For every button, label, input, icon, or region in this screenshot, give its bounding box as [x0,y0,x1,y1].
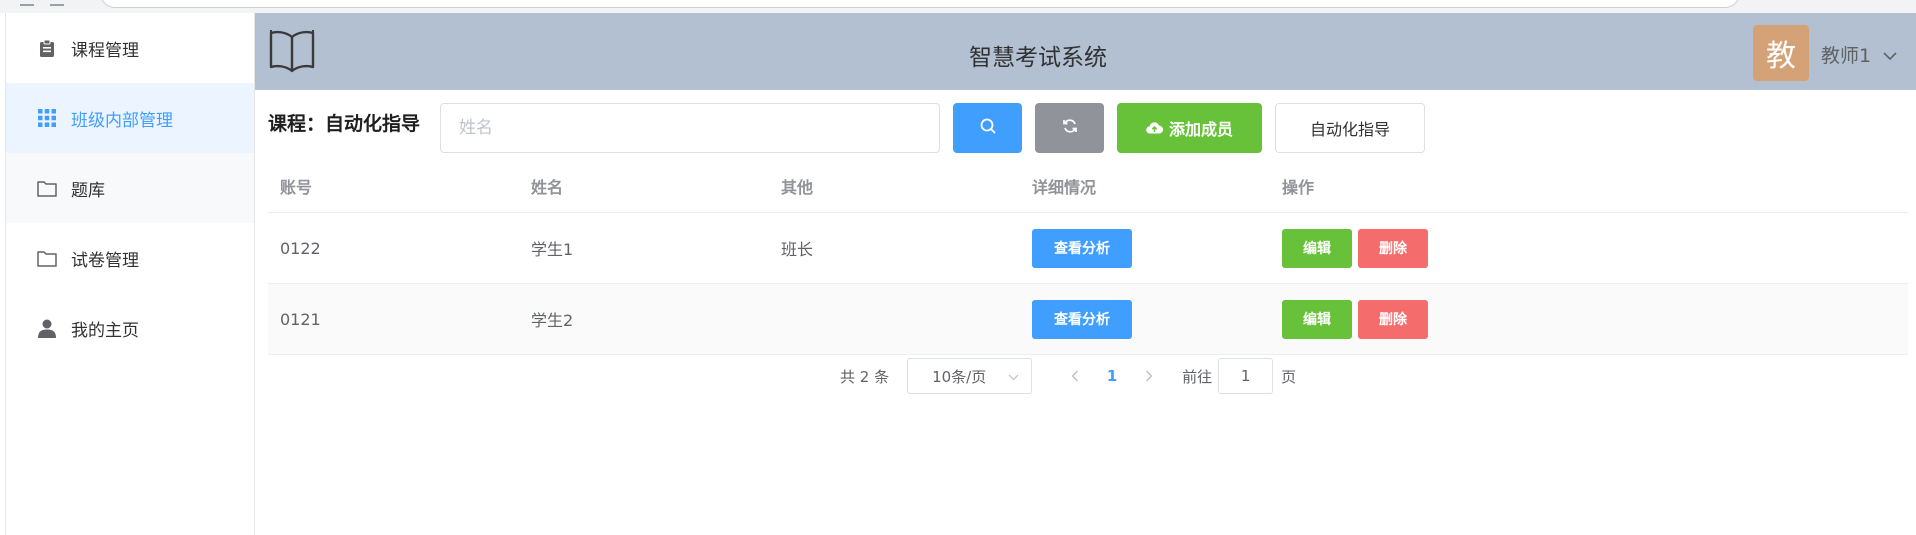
sidebar-item-question-bank[interactable]: 题库 [6,153,254,223]
cell-account: 0121 [280,309,321,329]
page-size-value: 10条/页 [932,367,987,386]
search-button[interactable] [953,103,1022,153]
goto-label: 前往 [1182,367,1213,386]
cloud-upload-icon [1146,119,1164,138]
name-search-input[interactable] [440,103,940,153]
sidebar-item-label: 试卷管理 [71,250,139,271]
page-size-select[interactable]: 10条/页 [907,358,1033,394]
cell-name: 学生2 [531,311,574,330]
table-row: 0122 学生1 班长 查看分析 编辑 删除 [268,213,1908,284]
browser-chrome [0,0,1916,13]
address-bar[interactable] [100,0,1740,8]
cell-other: 班长 [781,240,814,259]
delete-button[interactable]: 删除 [1358,228,1428,268]
user-menu[interactable]: 教师1 [1821,41,1897,68]
toolbar: 课程：自动化指导 添加成员 自动化指导 [268,103,1908,153]
back-icon[interactable] [20,0,34,6]
pagination-total: 共 2 条 [840,367,890,386]
edit-button[interactable]: 编辑 [1282,299,1352,339]
page-title: 智慧考试系统 [969,45,1107,71]
sidebar: 课程管理 班级内部管理 题库 试卷管理 我的主页 [5,13,255,535]
reload-icon[interactable] [50,0,64,6]
column-header-name: 姓名 [531,178,564,197]
top-header: 智慧考试系统 教 教师1 [255,13,1916,90]
user-icon [37,318,57,338]
cell-account: 0122 [280,238,321,258]
view-analysis-button[interactable]: 查看分析 [1032,228,1132,268]
column-header-details: 详细情况 [1032,178,1097,197]
column-header-other: 其他 [781,178,814,197]
folder-icon [37,178,57,198]
goto-page-input[interactable] [1218,358,1274,394]
column-header-actions: 操作 [1282,178,1315,197]
cell-details: 查看分析 [1020,299,1270,339]
cell-name: 学生1 [531,240,574,259]
cell-details: 查看分析 [1020,228,1270,268]
sidebar-item-exam-management[interactable]: 试卷管理 [6,223,254,293]
folder-icon [37,248,57,268]
page-number[interactable]: 1 [1090,367,1134,385]
prev-page-button[interactable] [1060,366,1090,387]
sidebar-item-label: 课程管理 [71,40,139,61]
sidebar-item-class-management[interactable]: 班级内部管理 [6,83,254,153]
members-table: 账号 姓名 其他 详细情况 操作 0122 学生1 班长 查看分析 编辑 删除 … [268,160,1908,355]
sidebar-item-course-management[interactable]: 课程管理 [6,13,254,83]
course-select-button[interactable]: 自动化指导 [1275,103,1425,153]
user-name-label: 教师1 [1821,45,1872,67]
refresh-button[interactable] [1035,103,1104,153]
avatar[interactable]: 教 [1753,25,1809,81]
delete-button[interactable]: 删除 [1358,299,1428,339]
chevron-down-icon [1883,44,1897,66]
sidebar-item-my-homepage[interactable]: 我的主页 [6,293,254,363]
table-row: 0121 学生2 查看分析 编辑 删除 [268,284,1908,355]
pagination: 共 2 条 10条/页 1 前往 页 [840,358,1296,394]
table-header: 账号 姓名 其他 详细情况 操作 [268,160,1908,213]
edit-button[interactable]: 编辑 [1282,228,1352,268]
search-icon [979,117,997,139]
refresh-icon [1061,117,1079,139]
column-header-account: 账号 [280,178,313,197]
course-label: 课程：自动化指导 [268,113,421,135]
cell-actions: 编辑 删除 [1270,299,1870,339]
page-word-label: 页 [1281,367,1297,386]
sidebar-item-label: 我的主页 [71,320,139,341]
cell-actions: 编辑 删除 [1270,228,1870,268]
sidebar-item-label: 题库 [71,180,105,201]
grid-icon [37,108,57,128]
chevron-down-icon [1008,367,1019,385]
add-member-button[interactable]: 添加成员 [1117,103,1262,153]
clipboard-icon [37,38,57,58]
sidebar-item-label: 班级内部管理 [71,110,173,131]
view-analysis-button[interactable]: 查看分析 [1032,299,1132,339]
next-page-button[interactable] [1134,366,1164,387]
add-member-label: 添加成员 [1168,120,1233,139]
